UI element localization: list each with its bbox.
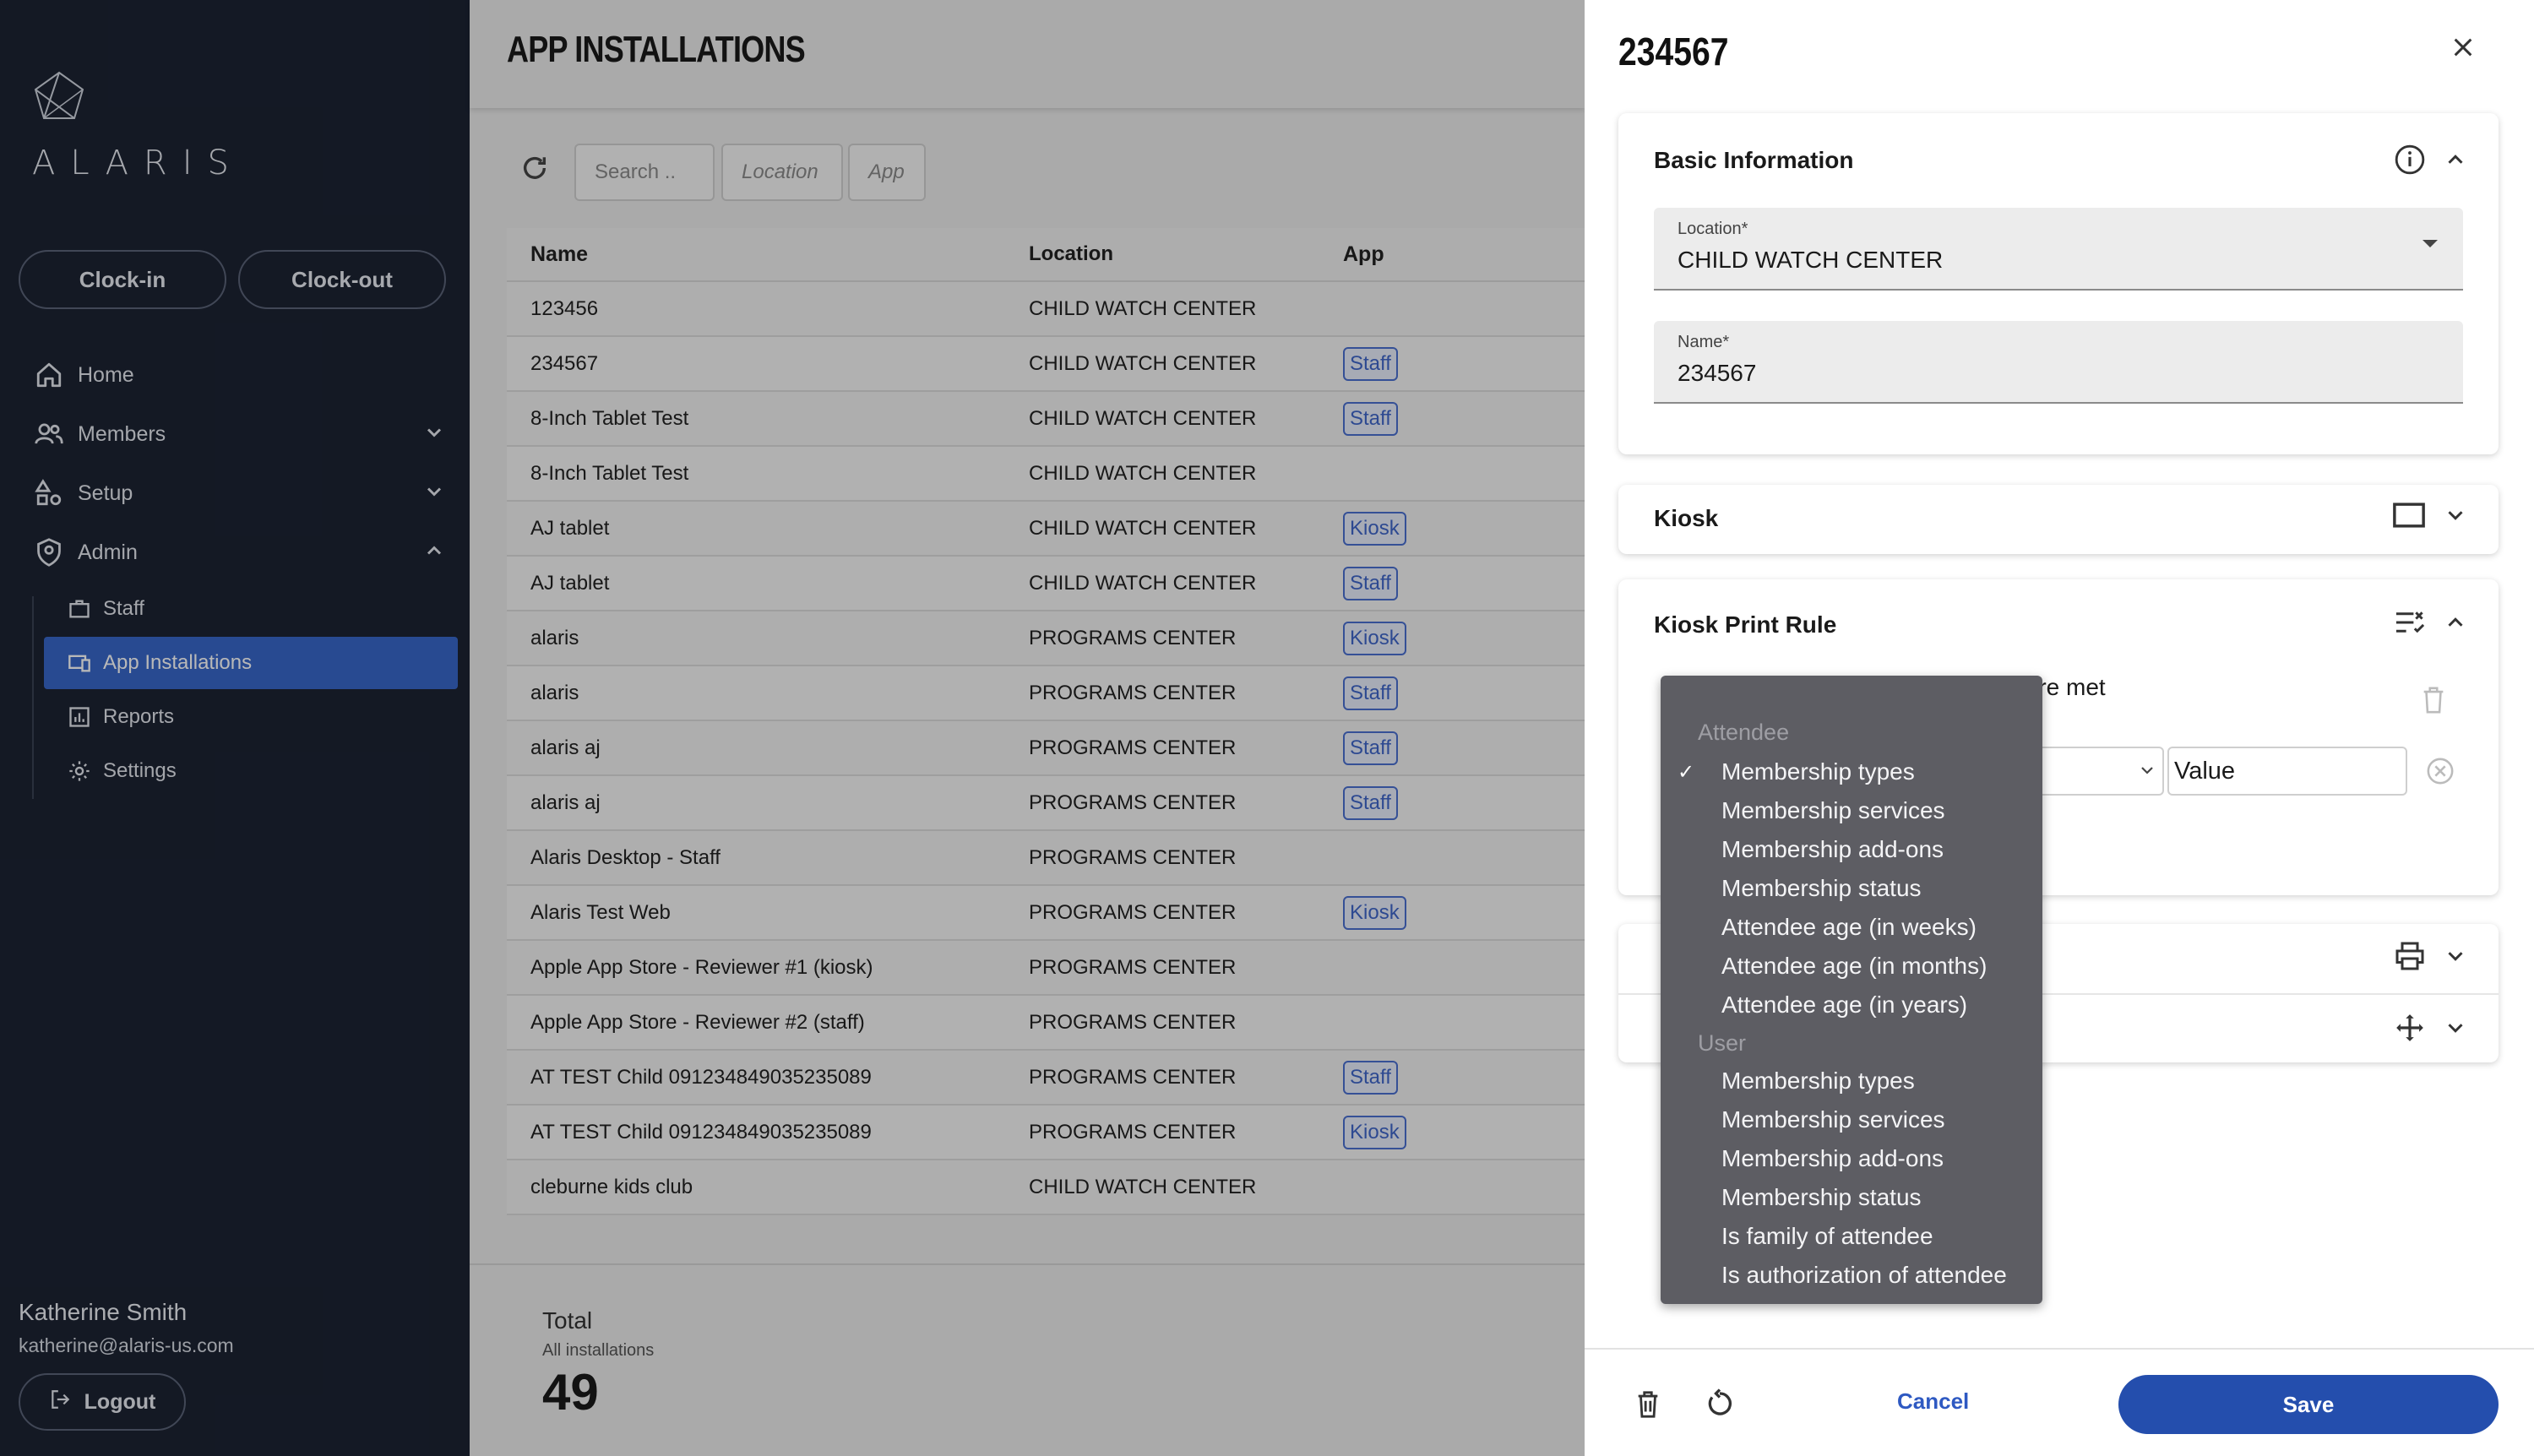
save-button[interactable]: Save [2118, 1375, 2499, 1434]
chevron-down-icon [2137, 760, 2157, 785]
caret-down-icon [2421, 238, 2439, 254]
kiosk-card[interactable]: Kiosk [1618, 485, 2499, 554]
dropdown-option[interactable]: Attendee age (in weeks) [1721, 914, 1977, 941]
dropdown-option[interactable]: Is family of attendee [1721, 1223, 1933, 1250]
field-label: Name* [1678, 333, 1730, 351]
field-label: Location* [1678, 220, 1748, 238]
modal-backdrop[interactable] [0, 0, 1585, 1456]
printer-icon [2394, 941, 2426, 975]
dropdown-option[interactable]: Membership types [1721, 1068, 1915, 1095]
card-title: Kiosk [1654, 505, 1719, 531]
tablet-icon [2392, 502, 2426, 533]
info-icon[interactable] [2394, 144, 2426, 180]
dropdown-option[interactable]: Is authorization of attendee [1721, 1262, 2007, 1289]
rule-list-icon [2394, 608, 2426, 641]
chevron-down-icon[interactable] [2443, 503, 2468, 532]
dropdown-option[interactable]: Membership add-ons [1721, 836, 1944, 863]
drawer-footer: Cancel Save [1585, 1348, 2534, 1456]
dropdown-group-label: Attendee [1698, 720, 1790, 745]
chevron-down-icon[interactable] [2443, 1015, 2468, 1045]
close-icon[interactable] [2450, 34, 2477, 65]
location-select[interactable]: Location* CHILD WATCH CENTER [1654, 208, 2463, 291]
dropdown-option[interactable]: Membership status [1721, 875, 1922, 902]
chevron-up-icon[interactable] [2443, 610, 2468, 639]
chevron-down-icon[interactable] [2443, 943, 2468, 973]
dropdown-option[interactable]: Attendee age (in years) [1721, 991, 1967, 1019]
dropdown-option[interactable]: Membership types [1721, 758, 1915, 785]
drawer-title: 234567 [1618, 30, 1729, 73]
dropdown-option[interactable]: Attendee age (in months) [1721, 953, 1987, 980]
move-icon [2394, 1012, 2426, 1048]
field-value: CHILD WATCH CENTER [1678, 247, 1944, 273]
card-title: Kiosk Print Rule [1654, 611, 1837, 638]
basic-info-card: Basic Information Location* CHILD WATCH … [1618, 113, 2499, 454]
remove-condition-icon[interactable] [2426, 757, 2455, 790]
field-value: 234567 [1678, 360, 1757, 386]
cancel-button[interactable]: Cancel [1897, 1388, 1969, 1415]
field-dropdown-menu: Attendee ✓ Membership types Membership s… [1661, 676, 2042, 1304]
dropdown-option[interactable]: Membership add-ons [1721, 1145, 1944, 1172]
name-field[interactable]: Name* 234567 [1654, 321, 2463, 404]
delete-icon[interactable] [1634, 1388, 1662, 1425]
field-select[interactable] [2037, 747, 2164, 796]
checkmark-icon: ✓ [1678, 761, 1695, 784]
dropdown-option[interactable]: Membership services [1721, 797, 1945, 824]
card-title: Basic Information [1654, 147, 1854, 173]
reset-icon[interactable] [1705, 1388, 1735, 1423]
dropdown-option[interactable]: Membership services [1721, 1106, 1945, 1133]
dropdown-option[interactable]: Membership status [1721, 1184, 1922, 1211]
trash-icon[interactable] [2419, 684, 2448, 720]
value-input[interactable]: Value [2167, 747, 2407, 796]
chevron-up-icon[interactable] [2443, 147, 2468, 177]
dropdown-group-label: User [1698, 1030, 1747, 1056]
